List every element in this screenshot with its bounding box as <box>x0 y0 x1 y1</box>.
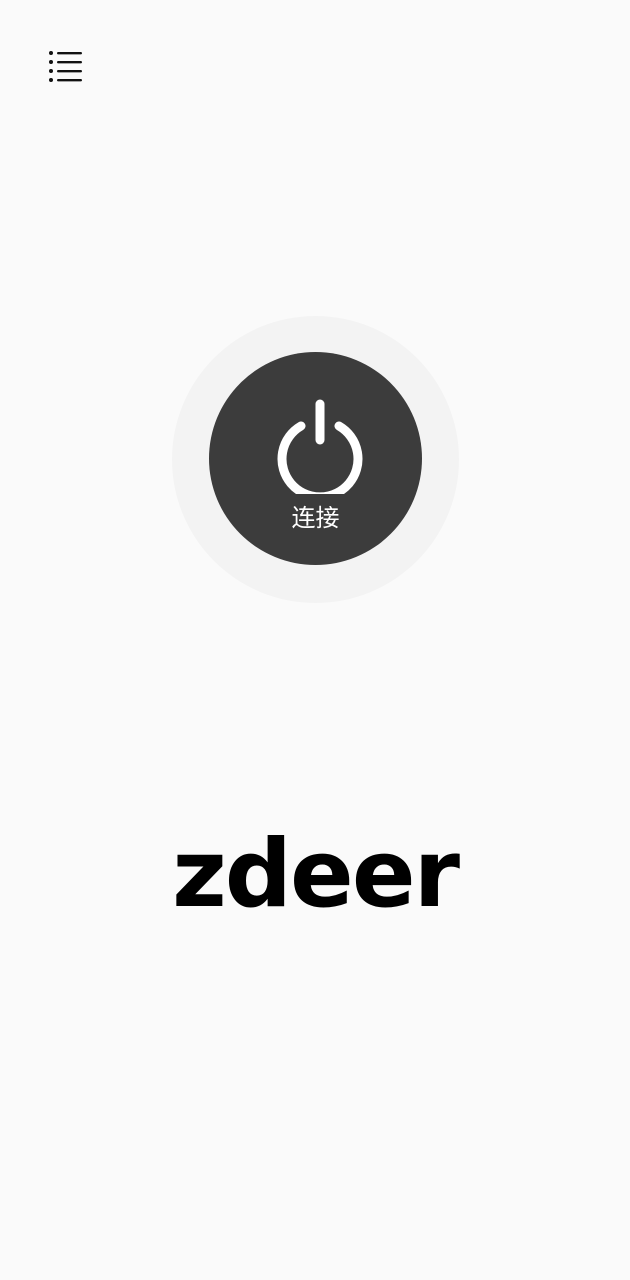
connect-power-button[interactable]: 连接 <box>209 352 422 565</box>
menu-button[interactable] <box>44 46 88 86</box>
menu-list-icon <box>49 51 82 82</box>
power-icon <box>277 399 363 494</box>
connect-label: 连接 <box>291 504 340 532</box>
brand-wordmark: zdeer <box>172 820 460 929</box>
